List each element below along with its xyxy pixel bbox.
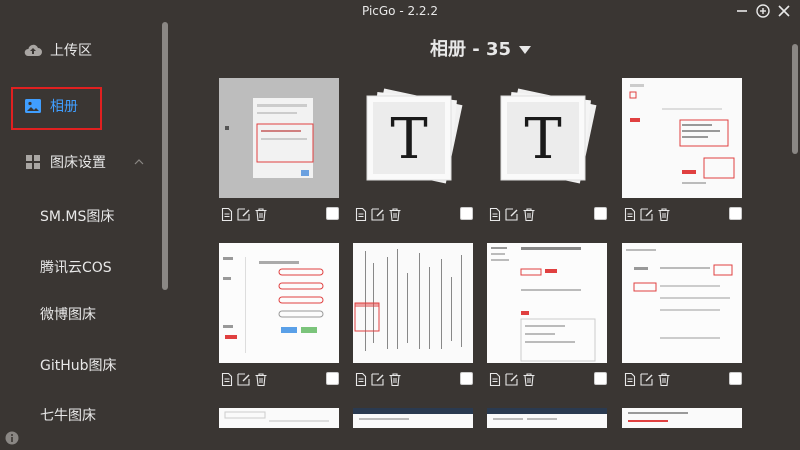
maximize-button[interactable]: [755, 3, 771, 19]
window-controls: [734, 3, 792, 19]
window-title: PicGo - 2.2.2: [361, 4, 439, 18]
gallery-item: [219, 78, 339, 221]
document-icon[interactable]: [353, 207, 368, 222]
item-actions: [487, 371, 607, 387]
info-icon[interactable]: [5, 430, 19, 445]
select-checkbox[interactable]: [729, 372, 742, 385]
delete-icon[interactable]: [253, 372, 268, 387]
image-thumbnail[interactable]: [219, 243, 339, 363]
item-actions: [487, 206, 607, 222]
sidebar-item-smms[interactable]: SM.MS图床: [0, 196, 162, 236]
image-thumbnail[interactable]: [622, 243, 742, 363]
sidebar-item-label: GitHub图床: [40, 358, 117, 374]
edit-icon[interactable]: [370, 372, 385, 387]
document-icon[interactable]: [622, 372, 637, 387]
sidebar-item-label: 微博图床: [40, 307, 96, 323]
delete-icon[interactable]: [656, 372, 671, 387]
document-icon[interactable]: [622, 207, 637, 222]
edit-icon[interactable]: [504, 207, 519, 222]
delete-icon[interactable]: [521, 372, 536, 387]
sidebar-item-upload[interactable]: 上传区: [0, 30, 162, 70]
select-checkbox[interactable]: [326, 207, 339, 220]
gallery-scrollbar[interactable]: [792, 44, 798, 154]
sidebar-item-qiniu[interactable]: 七牛图床: [0, 395, 162, 435]
gallery-title: 相册 - 35: [430, 35, 532, 61]
sidebar-item-label: 腾讯云COS: [40, 260, 112, 276]
image-thumbnail[interactable]: [353, 243, 473, 363]
gallery-item: [219, 408, 339, 428]
sidebar-item-weibo[interactable]: 微博图床: [0, 294, 162, 334]
sidebar-scrollbar[interactable]: [162, 22, 168, 290]
sidebar-item-tencent-cos[interactable]: 腾讯云COS: [0, 247, 162, 287]
image-thumbnail[interactable]: [219, 78, 339, 198]
title-bar: PicGo - 2.2.2: [0, 0, 800, 22]
close-button[interactable]: [776, 3, 792, 19]
gallery-main: 相册 - 35 T T: [170, 22, 800, 450]
gallery-item: T: [353, 78, 473, 221]
svg-text:T: T: [390, 107, 427, 172]
edit-icon[interactable]: [639, 207, 654, 222]
gallery-title-text: 相册 - 35: [430, 39, 512, 60]
select-checkbox[interactable]: [594, 372, 607, 385]
minimize-button[interactable]: [734, 3, 750, 19]
item-actions: [219, 206, 339, 222]
item-actions: [622, 206, 742, 222]
sidebar-item-label: 上传区: [50, 43, 92, 59]
item-actions: [353, 206, 473, 222]
document-icon[interactable]: [353, 372, 368, 387]
select-checkbox[interactable]: [460, 207, 473, 220]
sidebar-item-settings[interactable]: 图床设置: [0, 142, 162, 182]
selection-highlight: [11, 87, 102, 130]
caret-down-icon[interactable]: [519, 38, 532, 59]
item-actions: [622, 371, 742, 387]
delete-icon[interactable]: [253, 207, 268, 222]
image-thumbnail[interactable]: [219, 408, 339, 428]
delete-icon[interactable]: [387, 372, 402, 387]
delete-icon[interactable]: [656, 207, 671, 222]
edit-icon[interactable]: [370, 207, 385, 222]
delete-icon[interactable]: [521, 207, 536, 222]
cloud-upload-icon: [24, 41, 42, 59]
select-checkbox[interactable]: [729, 207, 742, 220]
gallery-item: [353, 408, 473, 428]
document-icon[interactable]: [219, 372, 234, 387]
item-actions: [353, 371, 473, 387]
sidebar: 上传区 相册 图床设置 SM.MS图床 腾讯云COS 微博图床 GitHub图床…: [0, 22, 170, 450]
document-icon[interactable]: [487, 207, 502, 222]
image-thumbnail[interactable]: T: [487, 78, 607, 198]
edit-icon[interactable]: [236, 372, 251, 387]
image-thumbnail[interactable]: [353, 408, 473, 428]
item-actions: [219, 371, 339, 387]
edit-icon[interactable]: [639, 372, 654, 387]
image-thumbnail[interactable]: [487, 408, 607, 428]
document-icon[interactable]: [487, 372, 502, 387]
gallery-item: [622, 243, 742, 386]
gallery-item: [622, 408, 742, 428]
image-thumbnail[interactable]: [487, 243, 607, 363]
sidebar-item-label: 七牛图床: [40, 408, 96, 424]
image-thumbnail[interactable]: T: [353, 78, 473, 198]
image-thumbnail[interactable]: [622, 78, 742, 198]
image-thumbnail[interactable]: [622, 408, 742, 428]
document-icon[interactable]: [219, 207, 234, 222]
gallery-item: T: [487, 78, 607, 221]
sidebar-item-label: SM.MS图床: [40, 209, 115, 225]
gallery-item: [353, 243, 473, 386]
edit-icon[interactable]: [504, 372, 519, 387]
select-checkbox[interactable]: [326, 372, 339, 385]
gallery-item: [487, 408, 607, 428]
edit-icon[interactable]: [236, 207, 251, 222]
chevron-up-icon: [134, 159, 144, 165]
delete-icon[interactable]: [387, 207, 402, 222]
gallery-item: [487, 243, 607, 386]
svg-text:T: T: [524, 107, 561, 172]
sidebar-item-label: 图床设置: [50, 155, 106, 171]
sidebar-item-github[interactable]: GitHub图床: [0, 345, 162, 385]
gallery-item: [622, 78, 742, 221]
select-checkbox[interactable]: [460, 372, 473, 385]
grid-icon: [24, 153, 42, 171]
select-checkbox[interactable]: [594, 207, 607, 220]
gallery-item: [219, 243, 339, 386]
